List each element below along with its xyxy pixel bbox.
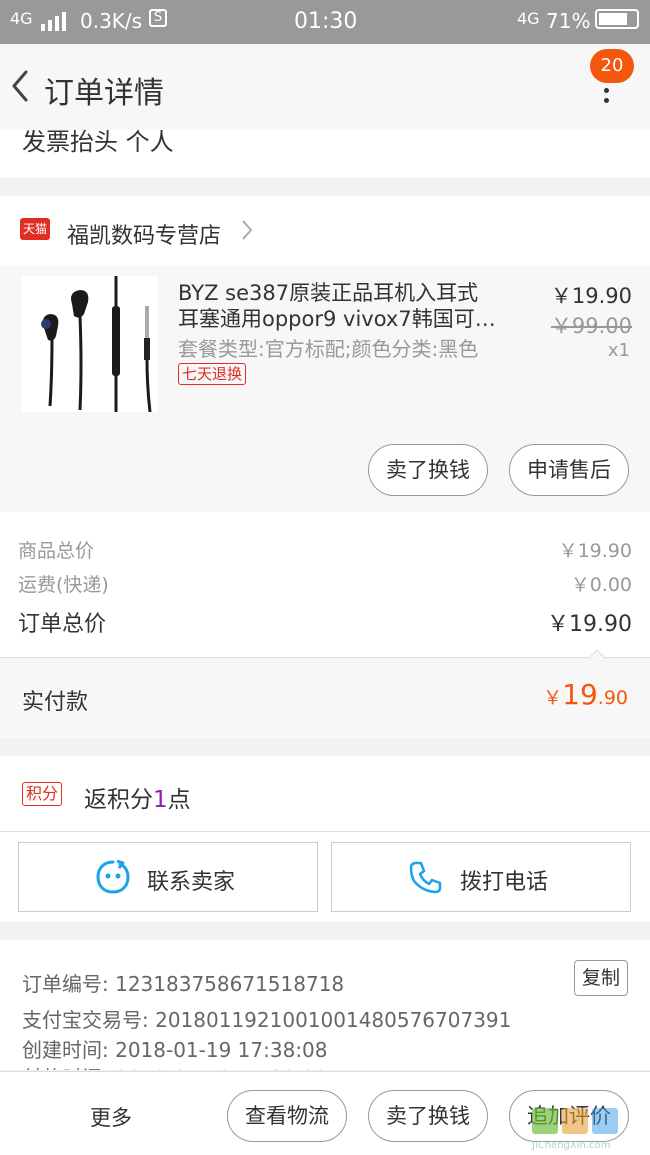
currency-symbol: ￥ xyxy=(543,687,563,709)
copy-button[interactable]: 复制 xyxy=(574,960,628,996)
shipping-label: 运费(快递) xyxy=(18,574,109,596)
bottom-sell-for-cash-button[interactable]: 卖了换钱 xyxy=(368,1090,488,1142)
amount-decimal: .90 xyxy=(597,687,628,709)
nav-bar: 订单详情 xyxy=(0,44,650,130)
return-policy-tag: 七天退换 xyxy=(178,363,247,385)
contact-section: 联系卖家 拨打电话 xyxy=(0,832,650,922)
invoice-row: 发票抬头 个人 xyxy=(0,130,650,178)
product-image[interactable] xyxy=(22,276,158,412)
chevron-right-icon xyxy=(242,220,253,240)
actual-payment-amount: ￥19.90 xyxy=(543,678,628,711)
order-total-label: 订单总价 xyxy=(18,612,107,637)
actual-payment-label: 实付款 xyxy=(22,690,89,715)
goods-total-value: ￥19.90 xyxy=(558,540,632,562)
shop-header[interactable]: 天猫 福凯数码专营店 xyxy=(0,196,650,266)
price-summary: 商品总价 ￥19.90 运费(快递) ￥0.00 订单总价 ￥19.90 xyxy=(0,512,650,658)
network-speed: 0.3K/s xyxy=(80,9,143,33)
amount-integer: 19 xyxy=(562,678,598,711)
product-original-price: ￥99.00 xyxy=(550,314,632,338)
points-number: 1 xyxy=(153,787,168,813)
signal-icon xyxy=(41,12,66,31)
message-count-badge[interactable]: 20 xyxy=(590,49,634,83)
points-row: 积分 返积分1点 xyxy=(0,756,650,832)
status-bar: 4G 0.3K/s S 01:30 4G 71% xyxy=(0,0,650,44)
points-prefix: 返积分 xyxy=(84,787,153,813)
network-type: 4G xyxy=(10,9,33,28)
alipay-trade-number: 支付宝交易号: 2018011921001001480576707391 xyxy=(22,1008,512,1032)
app-notification-icon: S xyxy=(149,9,167,27)
site-watermark-logo: JiChengXin.com xyxy=(531,1108,618,1151)
phone-icon xyxy=(409,861,442,894)
points-text: 返积分1点 xyxy=(84,780,191,814)
points-tag: 积分 xyxy=(22,782,63,806)
svg-text:JiChengXin.com: JiChengXin.com xyxy=(531,1140,610,1151)
actual-payment-row: 实付款 ￥19.90 xyxy=(0,649,650,738)
product-title-line-2: 耳塞通用oppor9 vivox7韩国可… xyxy=(178,307,496,331)
shop-name[interactable]: 福凯数码专营店 xyxy=(67,218,221,250)
more-actions-button[interactable]: 更多 xyxy=(90,1102,132,1132)
battery-percent: 71% xyxy=(546,9,591,33)
contact-seller-button[interactable]: 联系卖家 xyxy=(18,842,318,912)
back-arrow-icon[interactable] xyxy=(6,66,34,106)
clock: 01:30 xyxy=(294,9,358,34)
order-total-value: ￥19.90 xyxy=(547,612,632,637)
page-title: 订单详情 xyxy=(44,76,164,111)
request-aftersale-button[interactable]: 申请售后 xyxy=(509,444,629,496)
product-title[interactable]: BYZ se387原装正品耳机入耳式 耳塞通用oppor9 vivox7韩国可… xyxy=(178,280,500,332)
sell-for-cash-button[interactable]: 卖了换钱 xyxy=(368,444,488,496)
chat-face-icon xyxy=(96,859,130,894)
caret-up-icon xyxy=(588,649,606,659)
battery-icon xyxy=(595,9,639,29)
paid-time: 付款时间: 2018-01-19 17:38:22 xyxy=(22,1062,328,1070)
goods-total-label: 商品总价 xyxy=(18,540,95,562)
product-title-line-1: BYZ se387原装正品耳机入耳式 xyxy=(178,281,479,305)
shipping-value: ￥0.00 xyxy=(570,574,632,596)
order-number: 订单编号: 123183758671518718 xyxy=(22,972,345,996)
product-spec: 套餐类型:官方标配;颜色分类:黑色 xyxy=(178,337,479,361)
contact-seller-label: 联系卖家 xyxy=(147,870,236,895)
call-phone-label: 拨打电话 xyxy=(460,870,549,895)
order-info: 订单编号: 123183758671518718 复制 支付宝交易号: 2018… xyxy=(0,940,650,1070)
product-item[interactable]: BYZ se387原装正品耳机入耳式 耳塞通用oppor9 vivox7韩国可…… xyxy=(0,266,650,512)
tmall-icon: 天猫 xyxy=(20,218,50,240)
points-suffix: 点 xyxy=(167,787,191,813)
product-price: ￥19.90 xyxy=(550,284,632,308)
view-logistics-button[interactable]: 查看物流 xyxy=(227,1090,347,1142)
invoice-title-text: 发票抬头 个人 xyxy=(22,130,174,156)
call-phone-button[interactable]: 拨打电话 xyxy=(331,842,631,912)
network-type-secondary: 4G xyxy=(517,9,540,28)
created-time: 创建时间: 2018-01-19 17:38:08 xyxy=(22,1038,328,1062)
product-quantity: x1 xyxy=(607,340,630,361)
